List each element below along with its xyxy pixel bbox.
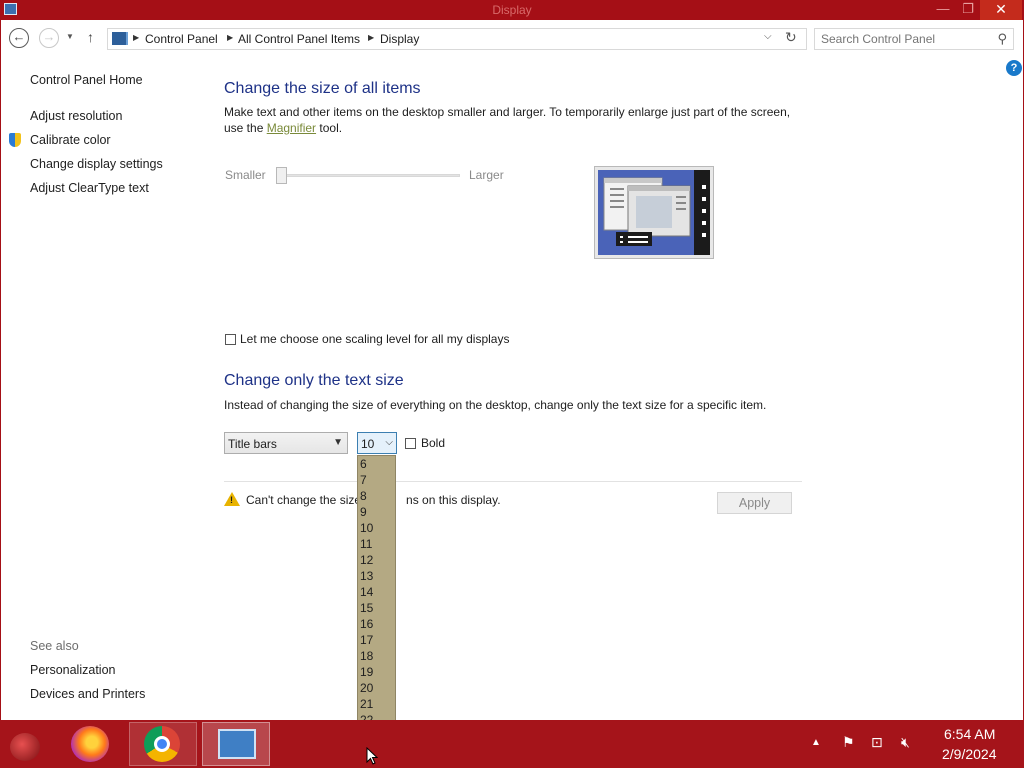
slider-smaller-label: Smaller — [225, 168, 266, 182]
control-panel-taskbar-icon — [218, 729, 256, 759]
volume-muted-icon[interactable]: 🔇︎ — [901, 734, 910, 751]
font-size-select-value: 10 — [361, 437, 375, 451]
font-size-option[interactable]: 6 — [358, 456, 395, 472]
breadcrumb-separator-icon[interactable]: ▶ — [133, 33, 139, 42]
warning-icon: ! — [224, 492, 240, 506]
refresh-icon[interactable]: ↻ — [785, 29, 797, 46]
nav-devices-printers[interactable]: Devices and Printers — [30, 687, 145, 701]
size-heading: Change the size of all items — [224, 80, 421, 97]
font-size-option[interactable]: 21 — [358, 696, 395, 712]
text-size-heading: Change only the text size — [224, 372, 404, 389]
apply-button[interactable]: Apply — [717, 492, 792, 514]
nav-adjust-cleartype[interactable]: Adjust ClearType text — [30, 181, 149, 195]
breadcrumb-separator-icon[interactable]: ▶ — [368, 33, 374, 42]
font-size-option[interactable]: 13 — [358, 568, 395, 584]
chrome-icon — [144, 726, 180, 762]
chevron-down-icon: ▼ — [333, 437, 343, 448]
font-size-option[interactable]: 9 — [358, 504, 395, 520]
warning-text-end: ns on this display. — [406, 493, 501, 507]
search-icon[interactable]: ⚲ — [997, 31, 1007, 47]
window-border-left — [0, 20, 1, 720]
item-select-value: Title bars — [228, 437, 277, 451]
arrow-left-icon: ← — [12, 29, 26, 44]
font-size-option[interactable]: 10 — [358, 520, 395, 536]
slider-larger-label: Larger — [469, 168, 504, 182]
font-size-option[interactable]: 15 — [358, 600, 395, 616]
scaling-level-label[interactable]: Let me choose one scaling level for all … — [240, 332, 509, 346]
font-size-option[interactable]: 17 — [358, 632, 395, 648]
nav-control-panel-home[interactable]: Control Panel Home — [30, 73, 143, 87]
shield-icon — [9, 133, 21, 147]
clock-date[interactable]: 2/9/2024 — [942, 746, 997, 762]
address-bar[interactable]: ▶ Control Panel ▶ All Control Panel Item… — [107, 28, 807, 50]
firefox-icon[interactable] — [71, 726, 109, 762]
show-hidden-icons-chevron-icon[interactable]: ▲ — [811, 737, 821, 748]
breadcrumb-display[interactable]: Display — [380, 32, 419, 46]
font-size-select[interactable]: 10 ⌵ — [357, 432, 397, 454]
divider — [224, 481, 802, 482]
nav-change-display-settings[interactable]: Change display settings — [30, 157, 163, 171]
display-preview-image — [594, 166, 714, 259]
font-size-option[interactable]: 18 — [358, 648, 395, 664]
font-size-option[interactable]: 12 — [358, 552, 395, 568]
maximize-button[interactable]: ❐ — [956, 0, 980, 20]
arrow-right-icon: → — [42, 29, 56, 44]
chevron-down-icon: ⌵ — [385, 437, 393, 448]
font-size-option[interactable]: 8 — [358, 488, 395, 504]
size-slider-thumb[interactable] — [276, 167, 287, 184]
font-size-option[interactable]: 11 — [358, 536, 395, 552]
font-size-option[interactable]: 16 — [358, 616, 395, 632]
clock-time[interactable]: 6:54 AM — [944, 726, 995, 742]
font-size-option[interactable]: 14 — [358, 584, 395, 600]
action-center-flag-icon[interactable]: ⚑ — [842, 734, 855, 751]
start-button-icon[interactable] — [10, 733, 40, 761]
font-size-dropdown-list[interactable]: 6789101112131415161718192021222324 — [357, 455, 396, 760]
address-dropdown-chevron-icon[interactable]: ⌵ — [764, 31, 772, 42]
breadcrumb-separator-icon[interactable]: ▶ — [227, 33, 233, 42]
bold-label[interactable]: Bold — [421, 436, 445, 450]
minimize-button[interactable]: — — [930, 0, 956, 20]
close-button[interactable]: ✕ — [980, 0, 1022, 20]
mouse-cursor-icon — [366, 747, 378, 765]
text-size-description: Instead of changing the size of everythi… — [224, 398, 767, 412]
control-panel-icon — [112, 32, 128, 45]
see-also-label: See also — [30, 639, 79, 653]
nav-adjust-resolution[interactable]: Adjust resolution — [30, 109, 122, 123]
search-input[interactable] — [821, 32, 981, 46]
network-icon[interactable]: ⊡ — [871, 734, 883, 751]
item-select[interactable]: Title bars ▼ — [224, 432, 348, 454]
nav-calibrate-color[interactable]: Calibrate color — [30, 133, 111, 147]
forward-button[interactable]: → — [39, 28, 59, 48]
warning-text-start: Can't change the size — [246, 493, 362, 507]
font-size-option[interactable]: 19 — [358, 664, 395, 680]
font-size-option[interactable]: 7 — [358, 472, 395, 488]
up-arrow-icon[interactable]: ↑ — [87, 29, 94, 45]
breadcrumb-control-panel[interactable]: Control Panel — [145, 32, 218, 46]
size-slider-track[interactable] — [280, 174, 460, 177]
size-description: Make text and other items on the desktop… — [224, 104, 804, 136]
search-box[interactable]: ⚲ — [814, 28, 1014, 50]
bold-checkbox[interactable] — [405, 438, 416, 449]
font-size-option[interactable]: 20 — [358, 680, 395, 696]
title-bar[interactable]: Display — ❐ ✕ — [0, 0, 1024, 20]
display-preview-icon — [598, 170, 710, 255]
size-description-tail: tool. — [316, 121, 343, 135]
scaling-level-checkbox[interactable] — [225, 334, 236, 345]
magnifier-link[interactable]: Magnifier — [267, 121, 316, 135]
recent-locations-chevron-icon[interactable]: ▼ — [66, 32, 74, 41]
nav-personalization[interactable]: Personalization — [30, 663, 115, 677]
breadcrumb-all-items[interactable]: All Control Panel Items — [238, 32, 360, 46]
back-button[interactable]: ← — [9, 28, 29, 48]
help-icon[interactable]: ? — [1006, 60, 1022, 76]
window-title: Display — [492, 3, 532, 17]
